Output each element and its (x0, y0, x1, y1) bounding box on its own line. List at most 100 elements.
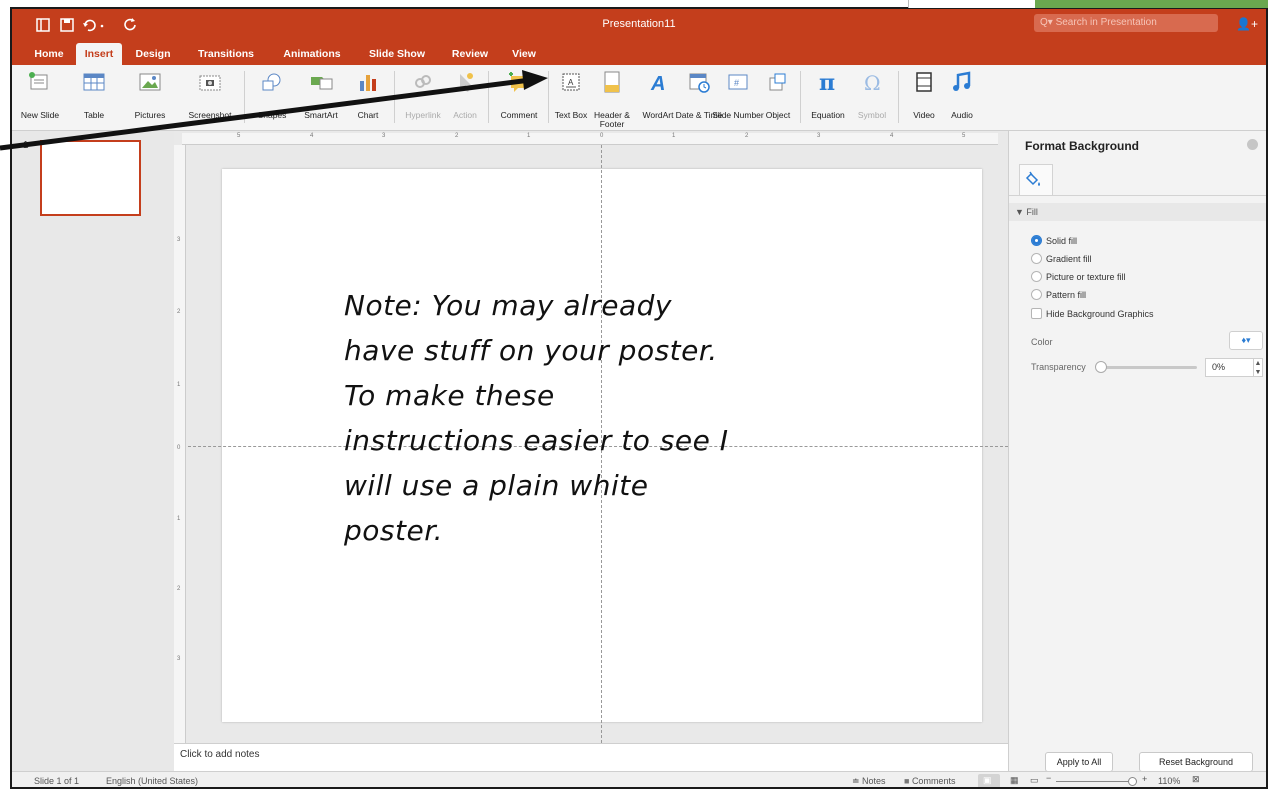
picture-fill-label: Picture or texture fill (1046, 272, 1126, 282)
shapes-icon (262, 73, 281, 91)
zoom-slider[interactable] (1056, 781, 1136, 782)
slide-thumbnail-pane: 1 (12, 131, 174, 771)
fill-section-label: Fill (1026, 207, 1038, 217)
header-footer-button[interactable]: Header & Footer (592, 65, 632, 129)
pattern-fill-label: Pattern fill (1046, 290, 1087, 300)
transparency-slider[interactable] (1097, 366, 1197, 369)
transparency-label: Transparency (1031, 362, 1086, 372)
color-picker-button[interactable]: ♦▾ (1229, 331, 1263, 350)
paint-bucket-icon: ♦▾ (1241, 335, 1251, 345)
fit-to-window-icon[interactable]: ⊠ (1192, 774, 1200, 785)
slide-sorter-icon[interactable]: ▦ (1010, 775, 1019, 786)
audio-label: Audio (951, 110, 973, 120)
comment-label: Comment (500, 110, 538, 120)
zoom-in-icon[interactable]: + (1142, 774, 1147, 784)
reading-view-icon[interactable]: ▭ (1030, 775, 1039, 786)
audio-icon (953, 71, 971, 91)
hide-graphics-label: Hide Background Graphics (1046, 309, 1154, 319)
fill-section-header[interactable]: ▼ Fill (1009, 203, 1266, 221)
action-icon (460, 73, 473, 92)
hide-graphics-checkbox[interactable]: Hide Background Graphics (1031, 308, 1154, 319)
tab-design[interactable]: Design (130, 43, 176, 65)
action-button[interactable]: Action (448, 65, 482, 129)
wordart-icon: A (650, 73, 665, 93)
notes-icon: ≐ (852, 776, 863, 786)
svg-text:A: A (568, 78, 574, 87)
title-bar: Presentation11 Q▾ Search in Presentation… (12, 9, 1266, 43)
ruler-tick: 4 (890, 133, 894, 139)
new-slide-icon (29, 72, 48, 90)
new-slide-button[interactable]: New Slide (18, 65, 62, 129)
tab-home[interactable]: Home (30, 43, 68, 65)
tab-transitions[interactable]: Transitions (188, 43, 264, 65)
symbol-label: Symbol (857, 110, 887, 120)
note-line: have stuff on your poster. (344, 334, 718, 367)
zoom-slider-knob[interactable] (1128, 777, 1137, 786)
pictures-label: Pictures (134, 110, 166, 120)
shapes-button[interactable]: Shapes (252, 65, 292, 129)
ruler-tick: 3 (817, 133, 821, 139)
svg-text:#: # (734, 78, 739, 88)
object-button[interactable]: Object (760, 65, 796, 129)
slide-thumbnail[interactable] (40, 140, 141, 216)
picture-fill-radio[interactable]: Picture or texture fill (1031, 271, 1126, 282)
zoom-out-icon[interactable]: − (1046, 773, 1051, 783)
notes-toggle[interactable]: ≐ Notes (852, 776, 886, 787)
zoom-level[interactable]: 110% (1158, 776, 1180, 786)
hyperlink-icon (415, 75, 431, 88)
ruler-tick: 1 (527, 133, 531, 139)
table-button[interactable]: Table (74, 65, 114, 129)
audio-button[interactable]: Audio (944, 65, 980, 129)
comments-toggle[interactable]: ■ Comments (904, 776, 955, 786)
search-input[interactable]: Q▾ Search in Presentation (1034, 14, 1218, 32)
slide-count: Slide 1 of 1 (34, 776, 80, 786)
gradient-fill-radio[interactable]: Gradient fill (1031, 253, 1092, 264)
ruler-tick: 1 (672, 133, 676, 139)
slide-number-icon: # (728, 74, 748, 90)
ruler-tick: 0 (600, 133, 604, 139)
screenshot-button[interactable]: Screenshot (182, 65, 238, 129)
table-label: Table (83, 110, 105, 120)
apply-to-all-button[interactable]: Apply to All (1045, 752, 1113, 772)
tab-slide-show[interactable]: Slide Show (362, 43, 432, 65)
close-icon[interactable] (1247, 139, 1258, 150)
comments-toggle-label: Comments (911, 776, 956, 786)
reset-background-button[interactable]: Reset Background (1139, 752, 1253, 772)
screenshot-label: Screenshot (188, 110, 232, 120)
language-indicator[interactable]: English (United States) (106, 776, 198, 786)
pictures-button[interactable]: Pictures (130, 65, 170, 129)
solid-fill-label: Solid fill (1046, 236, 1078, 246)
ruler-tick: 2 (455, 133, 459, 139)
radio-icon (1031, 271, 1042, 282)
chart-button[interactable]: Chart (348, 65, 388, 129)
comment-button[interactable]: Comment (496, 65, 542, 129)
transparency-slider-knob[interactable] (1095, 361, 1107, 373)
tab-view[interactable]: View (504, 43, 544, 65)
symbol-button[interactable]: Ω Symbol (854, 65, 890, 129)
screenshot-icon (199, 75, 221, 91)
tab-insert[interactable]: Insert (76, 43, 122, 65)
transparency-input[interactable]: 0% (1205, 358, 1255, 377)
chart-label: Chart (357, 110, 379, 120)
action-label: Action (453, 110, 477, 120)
object-icon (769, 73, 786, 91)
solid-fill-radio[interactable]: Solid fill (1031, 235, 1077, 246)
pane-title: Format Background (1025, 139, 1140, 153)
ruler-tick: 5 (237, 133, 241, 139)
transparency-stepper[interactable]: ▲ ▼ (1253, 358, 1263, 377)
pattern-fill-radio[interactable]: Pattern fill (1031, 289, 1086, 300)
color-label: Color (1031, 337, 1053, 347)
fill-tab[interactable] (1019, 164, 1053, 196)
svg-text:A: A (650, 73, 665, 93)
equation-icon: π (819, 71, 835, 93)
ruler-tick: 1 (177, 382, 181, 388)
share-icon[interactable]: 👤+ (1236, 17, 1258, 31)
tab-animations[interactable]: Animations (274, 43, 350, 65)
note-line: will use a plain white (344, 469, 649, 502)
notes-pane[interactable]: Click to add notes (174, 743, 1008, 771)
notes-toggle-label: Notes (862, 776, 886, 786)
ruler-tick: 3 (382, 133, 386, 139)
tab-review[interactable]: Review (446, 43, 494, 65)
annotation-note: Note: You may already have stuff on your… (344, 283, 904, 553)
note-line: To make these (344, 379, 555, 412)
